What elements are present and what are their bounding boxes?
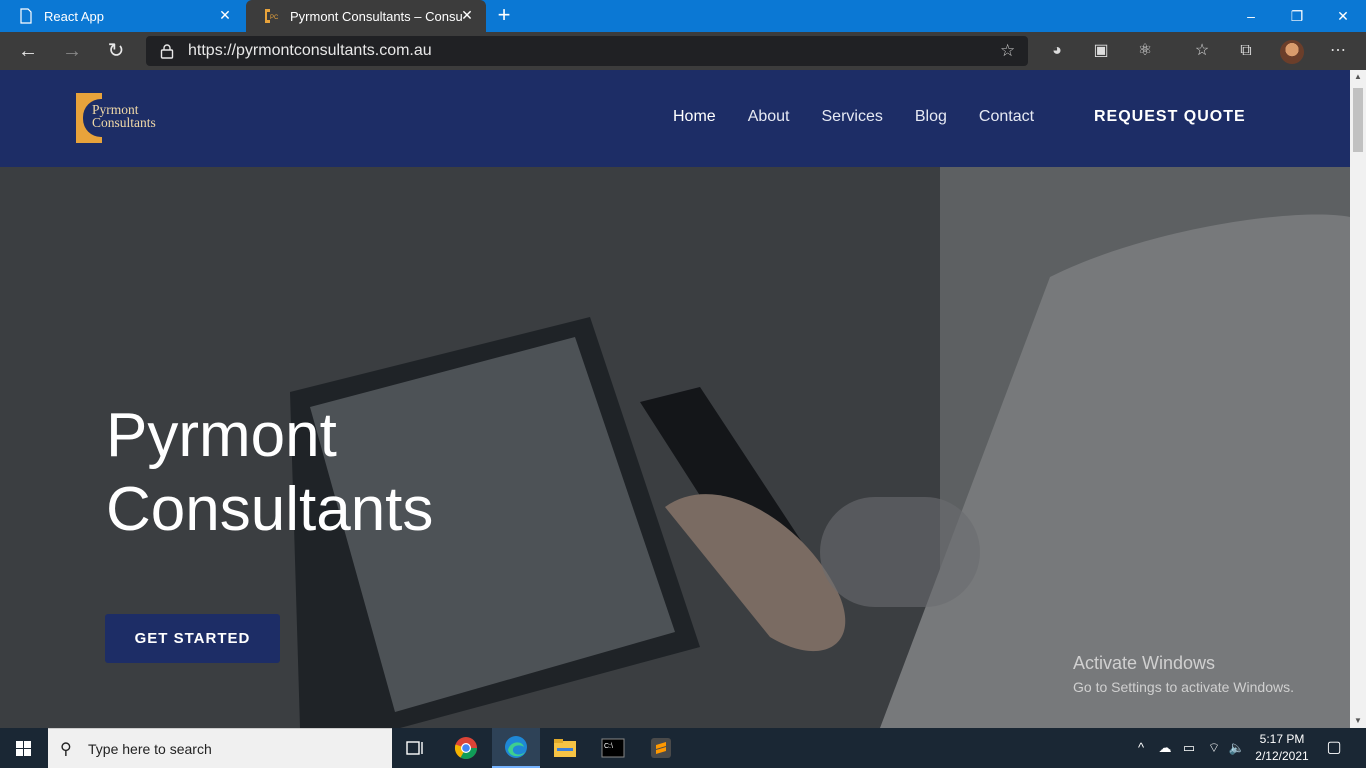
file-explorer-icon[interactable] <box>541 728 589 768</box>
onedrive-cloud-icon[interactable]: ☁ <box>1156 740 1174 756</box>
terminal-icon[interactable]: C:\ <box>589 728 637 768</box>
tab-title: Pyrmont Consultants – Consultancy <box>290 8 462 24</box>
main-nav: Home About Services Blog Contact <box>673 108 1066 126</box>
wifi-icon[interactable]: ⌔ <box>1205 740 1223 756</box>
battery-icon[interactable]: ▭ <box>1180 740 1198 756</box>
scrollbar-thumb[interactable] <box>1353 88 1363 152</box>
refresh-icon[interactable]: ↻ <box>103 39 129 65</box>
address-bar[interactable]: https://pyrmontconsultants.com.au ☆ <box>146 36 1028 66</box>
tab-title: React App <box>44 8 104 24</box>
tab-react-app[interactable]: React App ✕ <box>0 0 244 32</box>
tab-pyrmont[interactable]: PC Pyrmont Consultants – Consultancy ✕ <box>246 0 486 32</box>
nav-contact[interactable]: Contact <box>979 108 1034 126</box>
scroll-down-icon[interactable]: ▼ <box>1350 714 1366 728</box>
taskbar: ⚲ Type here to search C:\ ^ ☁ ▭ ⌔ 🔈 5:17… <box>0 728 1366 768</box>
back-icon[interactable]: ← <box>15 39 41 65</box>
search-placeholder: Type here to search <box>88 741 212 757</box>
svg-text:C:\: C:\ <box>604 743 613 750</box>
lock-icon <box>160 44 174 59</box>
volume-icon[interactable]: 🔈 <box>1228 740 1246 756</box>
nav-about[interactable]: About <box>748 108 790 126</box>
clock-date: 2/12/2021 <box>1255 749 1309 763</box>
react-devtools-icon[interactable]: ⚛ <box>1135 41 1155 61</box>
chevron-up-icon[interactable]: ^ <box>1132 740 1150 756</box>
hero-section: Pyrmont Consultants GET STARTED Activate… <box>0 167 1350 728</box>
system-clock[interactable]: 5:17 PM 2/12/2021 <box>1254 731 1310 765</box>
sublime-text-icon[interactable] <box>637 728 685 768</box>
more-menu-icon[interactable]: ⋯ <box>1328 41 1348 61</box>
start-button[interactable] <box>0 728 48 768</box>
screen: React App ✕ PC Pyrmont Consultants – Con… <box>0 0 1366 768</box>
tab-close-icon[interactable]: ✕ <box>460 8 474 22</box>
hero-title: Pyrmont Consultants <box>106 399 433 547</box>
page-icon <box>20 8 32 24</box>
svg-text:PC: PC <box>270 15 279 21</box>
activate-windows-watermark: Activate Windows Go to Settings to activ… <box>1073 653 1294 695</box>
notification-center-icon[interactable]: ▢ <box>1324 738 1344 758</box>
taskbar-search[interactable]: ⚲ Type here to search <box>48 728 392 768</box>
restore-button[interactable]: ❐ <box>1274 0 1320 32</box>
web-page: Pyrmont Consultants Home About Services … <box>0 70 1350 728</box>
page-scrollbar[interactable]: ▲ ▼ <box>1350 70 1366 728</box>
url-text[interactable]: https://pyrmontconsultants.com.au <box>188 42 432 60</box>
nav-home[interactable]: Home <box>673 108 716 126</box>
forward-icon[interactable]: → <box>59 39 85 65</box>
close-window-button[interactable]: ✕ <box>1320 0 1366 32</box>
nav-blog[interactable]: Blog <box>915 108 947 126</box>
request-quote-button[interactable]: REQUEST QUOTE <box>1094 108 1246 126</box>
favorites-icon[interactable]: ☆ <box>1192 41 1212 61</box>
scroll-up-icon[interactable]: ▲ <box>1350 70 1366 84</box>
add-favorite-icon[interactable]: ☆ <box>1000 42 1018 60</box>
edge-icon[interactable] <box>492 728 540 768</box>
watermark-subtitle: Go to Settings to activate Windows. <box>1073 679 1294 695</box>
minimize-button[interactable]: – <box>1228 0 1274 32</box>
collections-icon[interactable]: ⧉ <box>1236 41 1256 61</box>
chrome-icon[interactable] <box>442 728 490 768</box>
nav-services[interactable]: Services <box>822 108 883 126</box>
logo-text: Pyrmont Consultants <box>92 103 156 130</box>
tab-close-icon[interactable]: ✕ <box>218 8 232 22</box>
profile-avatar[interactable] <box>1280 40 1304 64</box>
browser-toolbar: ← → ↻ https://pyrmontconsultants.com.au … <box>0 32 1366 70</box>
windows-logo-icon <box>16 741 31 756</box>
hero-title-line-1: Pyrmont <box>106 401 337 470</box>
clock-time: 5:17 PM <box>1259 732 1305 746</box>
get-started-button[interactable]: GET STARTED <box>105 614 280 663</box>
task-view-icon[interactable] <box>392 728 440 768</box>
search-icon: ⚲ <box>60 741 72 758</box>
hero-title-line-2: Consultants <box>106 475 434 544</box>
site-favicon-icon: PC <box>265 9 279 23</box>
site-header: Pyrmont Consultants Home About Services … <box>0 70 1350 167</box>
new-tab-icon[interactable]: + <box>492 4 516 28</box>
logo-line-2: Consultants <box>92 115 156 130</box>
extension-icon[interactable]: ◕ <box>1047 41 1067 61</box>
extension-icon[interactable]: ▣ <box>1091 41 1111 61</box>
browser-tab-strip: React App ✕ PC Pyrmont Consultants – Con… <box>0 0 1366 32</box>
watermark-title: Activate Windows <box>1073 653 1216 673</box>
site-logo[interactable]: Pyrmont Consultants <box>76 93 176 145</box>
